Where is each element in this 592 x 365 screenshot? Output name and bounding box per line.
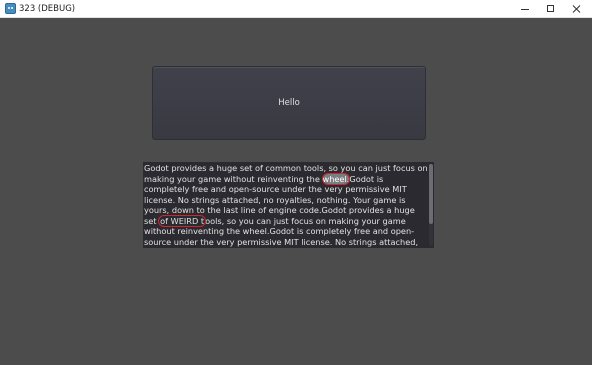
godot-icon — [5, 3, 16, 14]
maximize-button[interactable] — [538, 0, 564, 18]
maximize-icon — [547, 5, 554, 12]
vertical-scrollbar[interactable] — [429, 164, 433, 246]
hello-button[interactable]: Hello — [152, 66, 426, 140]
text-content[interactable]: Godot provides a huge set of common tool… — [144, 163, 428, 248]
minimize-button[interactable] — [512, 0, 538, 18]
text-segment: Godot provides a huge set of common tool… — [144, 163, 428, 184]
scrollbar-grabber[interactable] — [429, 164, 433, 224]
game-viewport: Hello Godot provides a huge set of commo… — [0, 18, 592, 365]
annotated-text-weird: of WEIRD t — [158, 214, 207, 227]
window-titlebar[interactable]: 323 (DEBUG) — [0, 0, 592, 18]
close-button[interactable] — [564, 0, 590, 18]
window-title: 323 (DEBUG) — [19, 4, 76, 14]
minimize-icon — [521, 9, 529, 10]
text-panel[interactable]: Godot provides a huge set of common tool… — [143, 162, 434, 248]
close-icon — [572, 3, 582, 15]
selected-text-wheel[interactable]: wheel. — [321, 172, 351, 185]
